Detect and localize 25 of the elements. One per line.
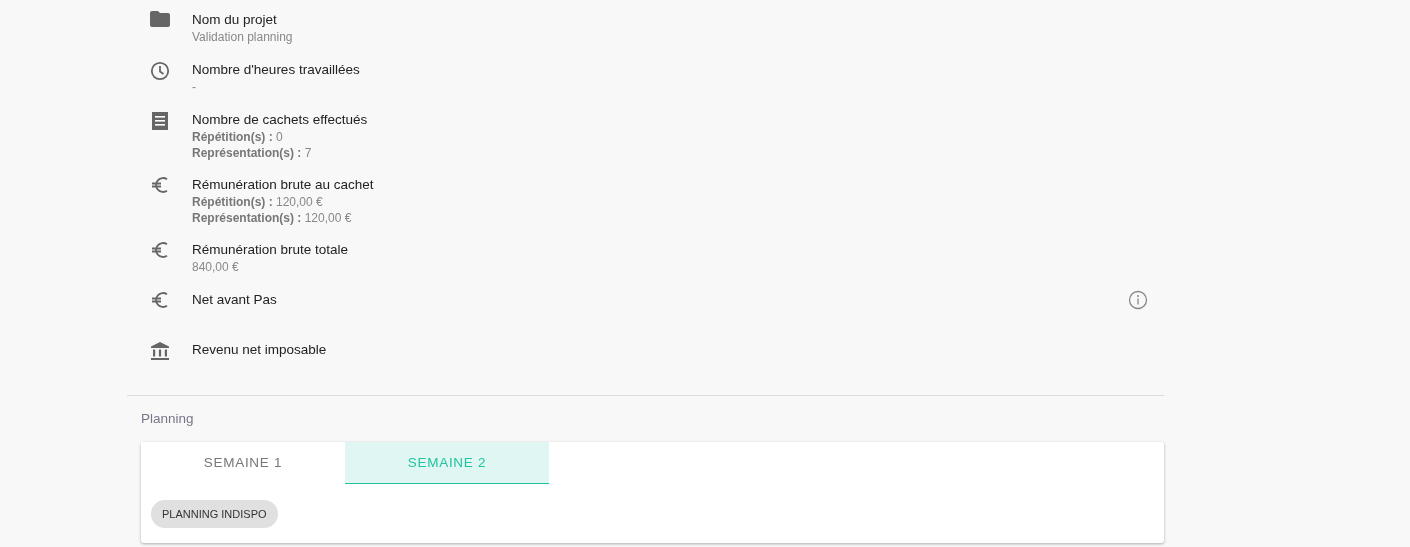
- clock-icon: [149, 61, 170, 81]
- folder-icon: [149, 11, 170, 27]
- detail-value: 840,00 €: [192, 259, 240, 275]
- detail-label: Nom du projet: [192, 11, 278, 29]
- detail-label: Revenu net imposable: [192, 341, 327, 359]
- week-tab[interactable]: SEMAINE 1: [141, 442, 345, 484]
- detail-value: Représentation(s) : 7: [192, 145, 313, 161]
- detail-value: -: [192, 79, 197, 95]
- euro-icon: [150, 241, 169, 259]
- detail-value: Représentation(s) : 120,00 €: [192, 210, 353, 226]
- euro-icon: [150, 176, 169, 194]
- detail-value: Répétition(s) : 120,00 €: [192, 194, 324, 210]
- euro-icon: [150, 291, 169, 309]
- detail-value: Répétition(s) : 0: [192, 129, 284, 145]
- detail-label: Nombre d'heures travaillées: [192, 61, 360, 79]
- receipt-icon: [150, 111, 169, 131]
- status-chip: PLANNING INDISPO: [151, 500, 278, 528]
- detail-label: Net avant Pas: [192, 291, 277, 309]
- detail-label: Rémunération brute totale: [192, 241, 349, 259]
- info-icon[interactable]: [1128, 290, 1148, 310]
- detail-label: Nombre de cachets effectués: [192, 111, 368, 129]
- detail-value: Validation planning: [192, 29, 293, 45]
- section-title: Planning: [140, 410, 195, 428]
- detail-label: Rémunération brute au cachet: [192, 176, 374, 194]
- bank-icon: [149, 341, 170, 361]
